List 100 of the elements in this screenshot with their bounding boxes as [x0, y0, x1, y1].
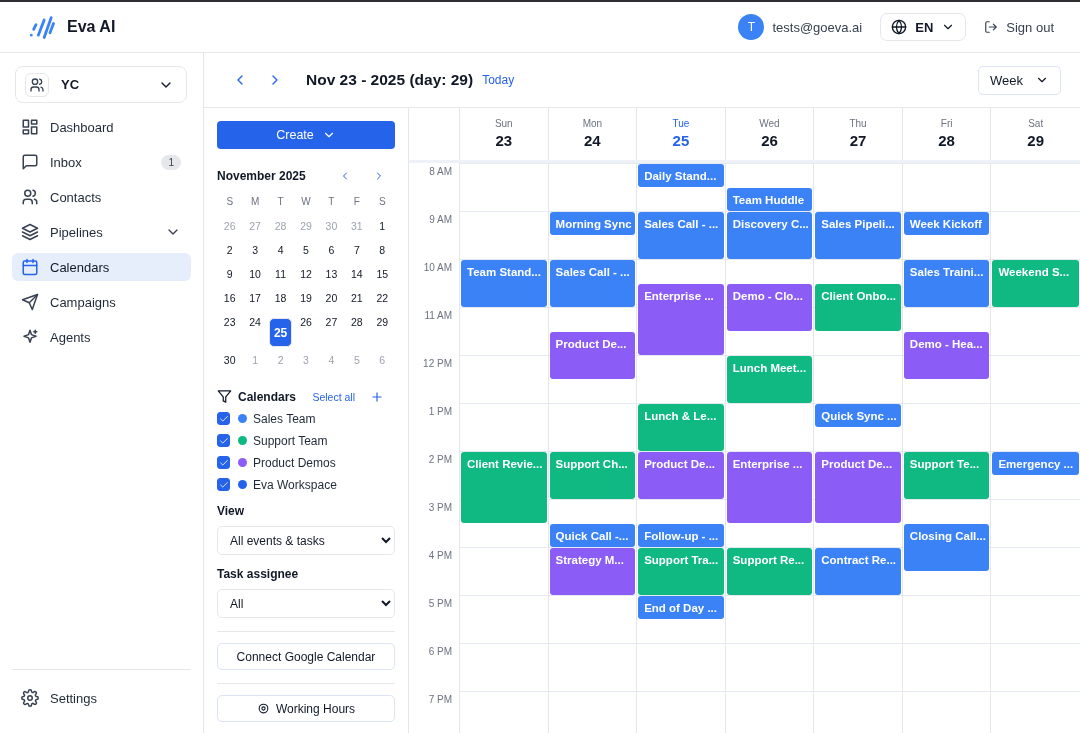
- day-cell[interactable]: 17: [243, 286, 267, 309]
- calendar-event[interactable]: Demo - Hea...: [903, 332, 990, 379]
- calendar-event[interactable]: Strategy M...: [549, 548, 636, 595]
- checkbox[interactable]: [217, 478, 230, 491]
- day-cell[interactable]: 29: [370, 310, 394, 333]
- calendar-event[interactable]: Morning Sync: [549, 212, 636, 235]
- calendar-event[interactable]: Enterprise ...: [726, 452, 813, 523]
- day-cell[interactable]: 25: [269, 318, 293, 347]
- day-cell[interactable]: 1: [370, 214, 394, 237]
- day-cell[interactable]: 18: [269, 286, 293, 309]
- calendar-event[interactable]: Demo - Clo...: [726, 284, 813, 331]
- day-cell[interactable]: 10: [243, 262, 267, 285]
- select-field[interactable]: All: [217, 589, 395, 618]
- calendar-event[interactable]: Sales Call - ...: [638, 212, 724, 259]
- day-cell[interactable]: 24: [243, 310, 267, 333]
- calendar-event[interactable]: Follow-up - ...: [638, 524, 724, 547]
- day-cell[interactable]: 12: [294, 262, 318, 285]
- sign-out-button[interactable]: Sign out: [984, 19, 1054, 35]
- calendar-event[interactable]: Sales Traini...: [903, 260, 990, 307]
- today-link[interactable]: Today: [482, 73, 515, 87]
- weekday-label: F: [352, 195, 361, 209]
- plus-icon[interactable]: [370, 389, 384, 404]
- select-field[interactable]: All events & tasks: [217, 526, 395, 555]
- calendar-event[interactable]: End of Day ...: [638, 596, 724, 619]
- nav-item[interactable]: Campaigns: [12, 288, 191, 316]
- check-icon: [218, 435, 229, 446]
- day-cell[interactable]: 20: [319, 286, 343, 309]
- calendar-event[interactable]: Product De...: [549, 332, 636, 379]
- nav-item[interactable]: Pipelines: [12, 218, 191, 246]
- calendar-event[interactable]: Discovery C...: [726, 212, 813, 259]
- user-email: tests@goeva.ai: [772, 19, 863, 35]
- nav-item[interactable]: Calendars: [12, 253, 191, 281]
- day-cell[interactable]: 16: [218, 286, 242, 309]
- nav-item[interactable]: Dashboard: [12, 113, 191, 141]
- calendar-event[interactable]: Sales Call - ...: [549, 260, 636, 307]
- day-header[interactable]: Wed 26: [725, 108, 815, 160]
- checkbox[interactable]: [217, 434, 230, 447]
- select-all-link[interactable]: Select all: [312, 390, 355, 403]
- calendar-event[interactable]: Emergency ...: [992, 452, 1079, 475]
- calendar-event[interactable]: Product De...: [638, 452, 724, 499]
- calendar-event[interactable]: Contract Re...: [815, 548, 901, 595]
- weekday-label: S: [225, 195, 235, 209]
- connect-calendar-button[interactable]: Connect Google Calendar: [217, 643, 395, 670]
- day-header[interactable]: Mon 24: [548, 108, 638, 160]
- calendar-event[interactable]: Week Kickoff: [903, 212, 990, 235]
- day-header[interactable]: Thu 27: [814, 108, 903, 160]
- calendar-event[interactable]: Closing Call...: [903, 524, 990, 571]
- day-cell[interactable]: 3: [243, 238, 267, 261]
- calendar-event[interactable]: Team Huddle: [726, 188, 813, 211]
- weekday-label: W: [300, 195, 312, 209]
- weekday-label: T: [327, 195, 336, 209]
- day-cell[interactable]: 19: [294, 286, 318, 309]
- calendar-event[interactable]: Product De...: [815, 452, 901, 523]
- day-cell[interactable]: 28: [345, 310, 369, 333]
- day-cell[interactable]: 15: [370, 262, 394, 285]
- day-cell[interactable]: 14: [345, 262, 369, 285]
- day-header[interactable]: Tue 25: [637, 108, 726, 160]
- day-cell[interactable]: 7: [345, 238, 369, 261]
- time-label: 3 PM: [427, 501, 453, 515]
- day-cell[interactable]: 13: [319, 262, 343, 285]
- settings-link[interactable]: Settings: [12, 669, 191, 723]
- count-badge: 1: [161, 154, 181, 170]
- avatar: T: [738, 14, 765, 40]
- day-cell[interactable]: 30: [218, 348, 242, 371]
- day-cell[interactable]: 22: [370, 286, 394, 309]
- create-button[interactable]: Create: [217, 121, 395, 149]
- workspace-switcher[interactable]: YC: [15, 66, 187, 103]
- calendar-event[interactable]: Quick Call -...: [549, 524, 636, 547]
- calendar-event[interactable]: Daily Stand...: [638, 164, 724, 187]
- day-cell[interactable]: 23: [218, 310, 242, 333]
- view-dropdown[interactable]: Week: [978, 65, 1061, 95]
- day-cell[interactable]: 8: [370, 238, 394, 261]
- send-icon: [21, 293, 39, 311]
- day-cell[interactable]: 5: [294, 238, 318, 261]
- working-hours-button[interactable]: Working Hours: [217, 695, 395, 722]
- nav-item[interactable]: Contacts: [12, 183, 191, 211]
- language-button[interactable]: EN: [880, 13, 967, 41]
- check-icon: [218, 457, 229, 468]
- day-header[interactable]: Sat 29: [991, 108, 1080, 160]
- calendar-event[interactable]: Sales Pipeli...: [815, 212, 901, 259]
- nav-item[interactable]: Inbox 1: [12, 148, 191, 176]
- day-cell[interactable]: 2: [218, 238, 242, 261]
- day-cell[interactable]: 27: [319, 310, 343, 333]
- day-cell[interactable]: 21: [345, 286, 369, 309]
- calendar-event[interactable]: Team Stand...: [461, 260, 547, 307]
- day-cell[interactable]: 6: [319, 238, 343, 261]
- day-cell[interactable]: 26: [294, 310, 318, 333]
- users-icon: [21, 188, 39, 206]
- globe-icon: [891, 19, 908, 35]
- calendar-event[interactable]: Quick Sync ...: [815, 404, 901, 427]
- checkbox[interactable]: [217, 456, 230, 469]
- day-header[interactable]: Sun 23: [460, 108, 549, 160]
- day-cell[interactable]: 9: [218, 262, 242, 285]
- nav-item[interactable]: Agents: [12, 323, 191, 351]
- time-label: 2 PM: [427, 453, 453, 467]
- calendar-event[interactable]: Enterprise ...: [638, 284, 724, 355]
- day-header[interactable]: Fri 28: [902, 108, 992, 160]
- day-cell[interactable]: 11: [269, 262, 293, 285]
- day-cell[interactable]: 4: [269, 238, 293, 261]
- checkbox[interactable]: [217, 412, 230, 425]
